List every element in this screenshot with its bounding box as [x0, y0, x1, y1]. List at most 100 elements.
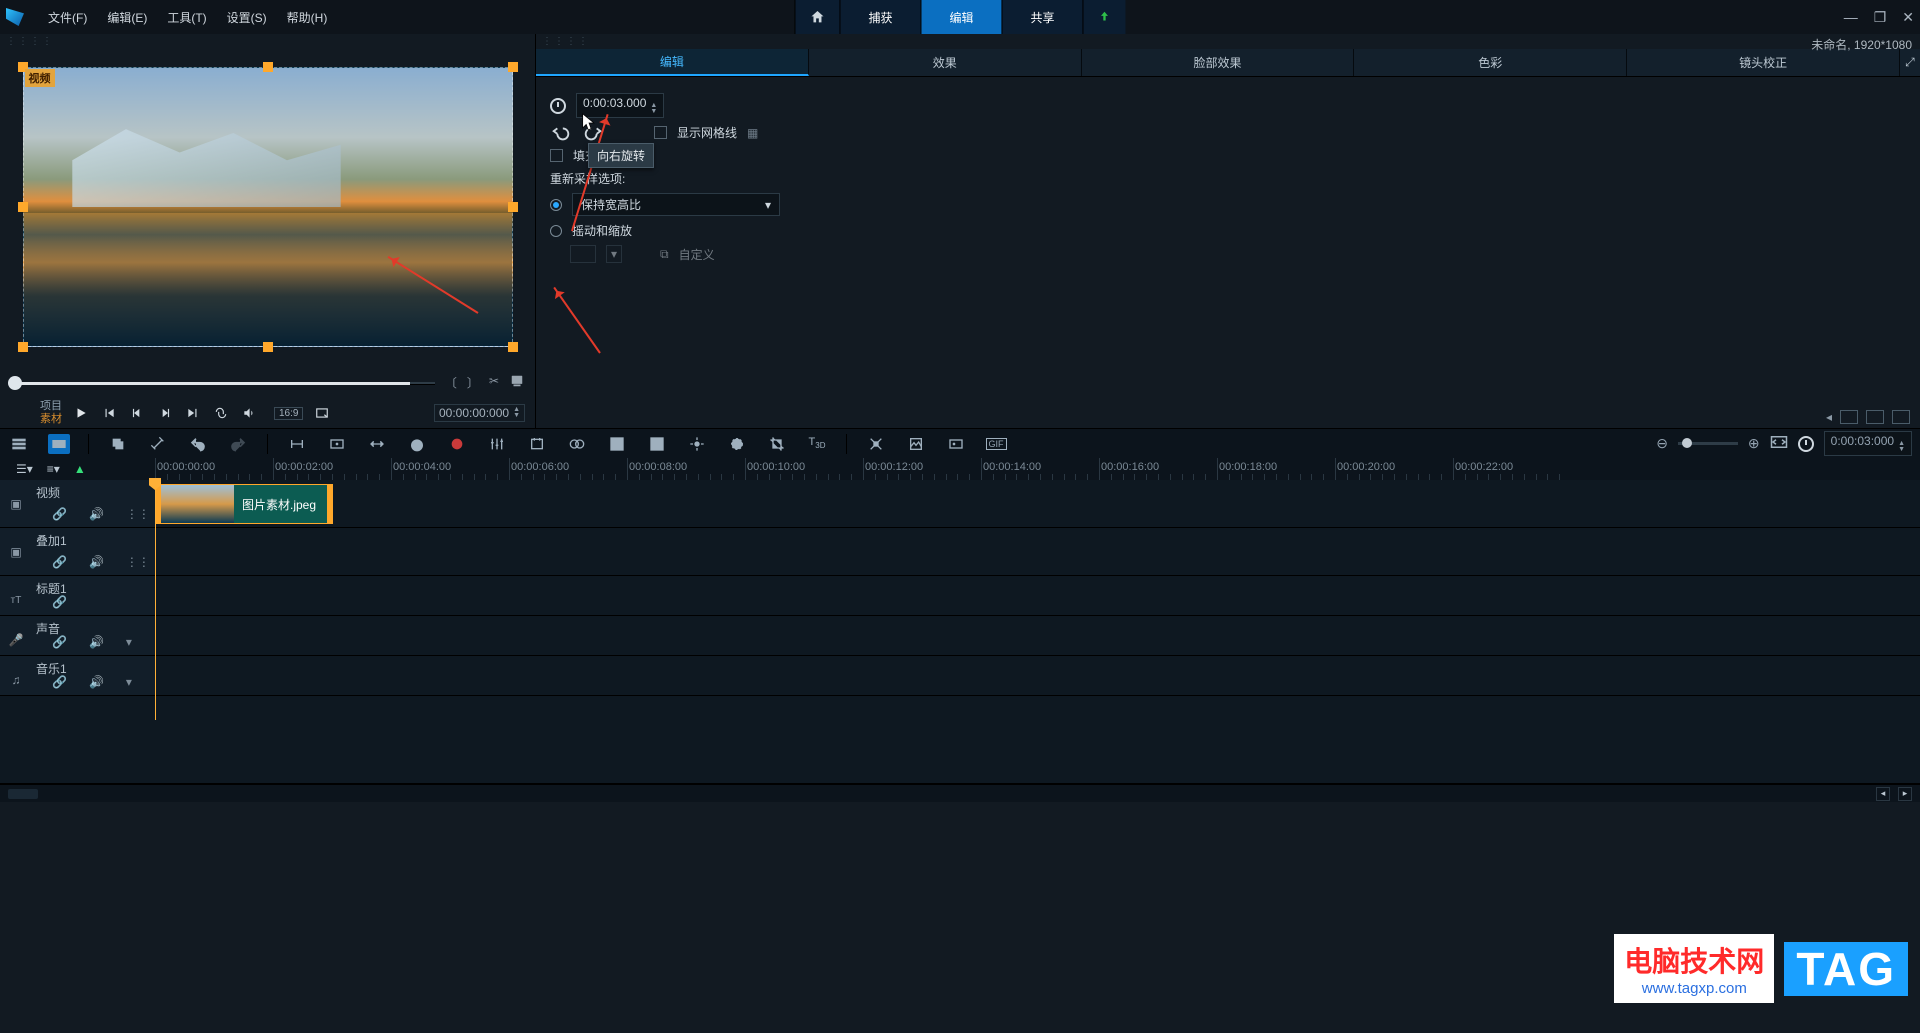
- zoom-fit-icon[interactable]: [1770, 435, 1788, 452]
- expand-tabs-icon[interactable]: ⤢: [1900, 49, 1920, 76]
- timeline-timecode[interactable]: 0:00:03:000▲▼: [1824, 431, 1912, 456]
- menu-tools[interactable]: 工具(T): [157, 9, 216, 26]
- tab-lens-correct[interactable]: 镜头校正: [1627, 49, 1900, 76]
- scrub-bar[interactable]: 〔 〕 ✂: [10, 372, 525, 394]
- preview-image[interactable]: [23, 67, 513, 347]
- scrub-handle[interactable]: [8, 376, 22, 390]
- resize-handle[interactable]: [508, 62, 518, 72]
- playhead[interactable]: [155, 480, 156, 720]
- tab-home[interactable]: [794, 0, 839, 34]
- keep-ratio-radio[interactable]: [550, 199, 562, 211]
- link-icon[interactable]: 🔗: [52, 555, 67, 569]
- play-button[interactable]: [72, 404, 90, 422]
- panel-nav-left-icon[interactable]: ◂: [1826, 410, 1832, 424]
- copy-icon[interactable]: [107, 434, 129, 454]
- resize-handle[interactable]: [263, 62, 273, 72]
- add-track-icon[interactable]: ▲: [74, 462, 86, 476]
- next-frame-icon[interactable]: [156, 404, 174, 422]
- fill-color-checkbox[interactable]: [550, 149, 563, 162]
- zoom-in-icon[interactable]: ⊕: [1748, 435, 1760, 452]
- chevron-down-icon[interactable]: ▾: [126, 675, 132, 689]
- link-icon[interactable]: 🔗: [52, 507, 67, 521]
- aspect-ratio-button[interactable]: 16:9: [274, 407, 303, 420]
- storyboard-view-icon[interactable]: [8, 434, 30, 454]
- timeline-clip[interactable]: 图片素材.jpeg: [155, 484, 333, 524]
- tab-share[interactable]: 共享: [1002, 0, 1083, 34]
- upload-icon[interactable]: [1083, 0, 1126, 34]
- effect2-icon[interactable]: [905, 434, 927, 454]
- show-grid-checkbox[interactable]: [654, 126, 667, 139]
- chapter-icon[interactable]: [526, 434, 548, 454]
- panel-view2-icon[interactable]: [1866, 410, 1884, 424]
- fit-icon[interactable]: [326, 434, 348, 454]
- effect1-icon[interactable]: [865, 434, 887, 454]
- scroll-left-icon[interactable]: ◂: [1876, 787, 1890, 801]
- tab-edit[interactable]: 编辑: [920, 0, 1001, 34]
- window-restore-icon[interactable]: ❐: [1874, 9, 1887, 26]
- menu-file[interactable]: 文件(F): [38, 9, 97, 26]
- expand-icon[interactable]: [313, 404, 331, 422]
- tab-edit-props[interactable]: 编辑: [536, 49, 809, 76]
- tab-capture[interactable]: 捕获: [839, 0, 920, 34]
- resize-handle[interactable]: [18, 342, 28, 352]
- keep-ratio-dropdown[interactable]: 保持宽高比▾: [572, 193, 780, 216]
- tab-effect[interactable]: 效果: [809, 49, 1082, 76]
- crop-icon[interactable]: [766, 434, 788, 454]
- multigrid-icon[interactable]: [646, 434, 668, 454]
- grip-icon[interactable]: ⋮⋮⋮⋮: [536, 34, 1920, 49]
- scroll-right-icon[interactable]: ▸: [1898, 787, 1912, 801]
- prev-frame-icon[interactable]: [128, 404, 146, 422]
- empty-timeline-area[interactable]: [0, 696, 1920, 784]
- duration-field[interactable]: 0:00:03.000▲▼: [576, 93, 664, 118]
- loop-icon[interactable]: [212, 404, 230, 422]
- resize-handle[interactable]: [263, 342, 273, 352]
- lock-icon[interactable]: ⋮⋮: [126, 507, 150, 521]
- window-minimize-icon[interactable]: —: [1844, 9, 1858, 26]
- window-close-icon[interactable]: ✕: [1902, 9, 1914, 26]
- go-end-icon[interactable]: [184, 404, 202, 422]
- gif-icon[interactable]: GIF: [985, 434, 1007, 454]
- mask-icon[interactable]: [726, 434, 748, 454]
- record-icon[interactable]: [446, 434, 468, 454]
- link-icon[interactable]: 🔗: [52, 595, 67, 609]
- zoom-out-icon[interactable]: ⊖: [1656, 435, 1668, 452]
- grid-icon[interactable]: [606, 434, 628, 454]
- mark-out-icon[interactable]: 〕: [467, 374, 479, 391]
- minimap-icon[interactable]: [8, 789, 38, 799]
- text3d-icon[interactable]: T3D: [806, 434, 828, 454]
- lock-icon[interactable]: ⋮⋮: [126, 555, 150, 569]
- timeline-view-icon[interactable]: [48, 434, 70, 454]
- menu-edit[interactable]: 编辑(E): [97, 9, 157, 26]
- mark-in-icon[interactable]: 〔: [445, 374, 457, 391]
- panel-view1-icon[interactable]: [1840, 410, 1858, 424]
- transition-icon[interactable]: [566, 434, 588, 454]
- list-menu-icon[interactable]: ☰▾: [16, 462, 33, 476]
- grip-icon[interactable]: ⋮⋮⋮⋮: [0, 34, 535, 49]
- tab-color[interactable]: 色彩: [1354, 49, 1627, 76]
- timecode-display[interactable]: 00:00:00:000▲▼: [434, 404, 525, 422]
- chevron-down-icon[interactable]: ▾: [126, 635, 132, 649]
- grid-settings-icon[interactable]: ▦: [747, 126, 758, 140]
- timeline-ruler[interactable]: 00:00:00:0000:00:02:0000:00:04:0000:00:0…: [155, 458, 1920, 480]
- panel-view3-icon[interactable]: [1892, 410, 1910, 424]
- link-icon[interactable]: 🔗: [52, 675, 67, 689]
- mute-icon[interactable]: 🔊: [89, 635, 104, 649]
- go-start-icon[interactable]: [100, 404, 118, 422]
- redo-icon[interactable]: [227, 434, 249, 454]
- mute-icon[interactable]: 🔊: [89, 675, 104, 689]
- trim-icon[interactable]: [286, 434, 308, 454]
- zoom-slider[interactable]: [1678, 442, 1738, 445]
- preview-canvas[interactable]: 视频: [23, 67, 513, 347]
- mute-icon[interactable]: 🔊: [89, 507, 104, 521]
- undo-icon[interactable]: [187, 434, 209, 454]
- menu-help[interactable]: 帮助(H): [277, 9, 338, 26]
- rotate-left-icon[interactable]: [550, 125, 572, 141]
- stretch-icon[interactable]: [366, 434, 388, 454]
- material-mode-label[interactable]: 素材: [10, 413, 62, 426]
- volume-icon[interactable]: [240, 404, 258, 422]
- snapshot-icon[interactable]: [509, 374, 525, 391]
- speed-icon[interactable]: [406, 434, 428, 454]
- resize-handle[interactable]: [508, 342, 518, 352]
- resize-handle[interactable]: [18, 202, 28, 212]
- tab-face-effect[interactable]: 脸部效果: [1082, 49, 1355, 76]
